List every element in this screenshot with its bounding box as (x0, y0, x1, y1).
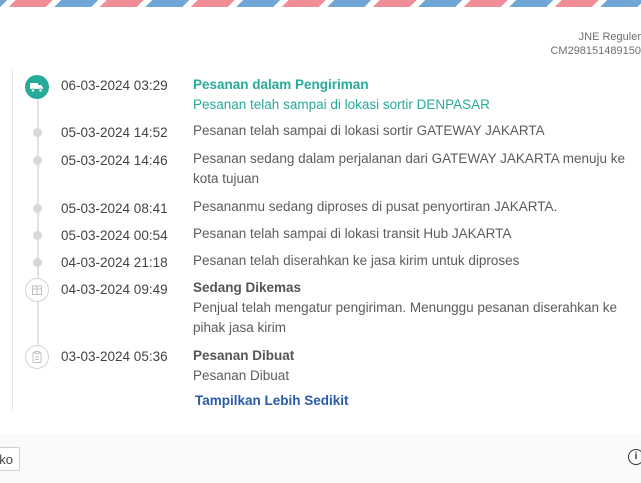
timeline-time: 06-03-2024 03:29 (61, 78, 168, 93)
info-icon[interactable]: i (628, 449, 641, 465)
timeline-dot (33, 258, 42, 267)
package-icon (25, 278, 49, 302)
show-less-link[interactable]: Tampilkan Lebih Sedikit (195, 393, 349, 408)
timeline-status-desc: Pesanan Dibuat (193, 368, 290, 383)
courier-info: JNE Reguler CM298151489150 (521, 30, 641, 58)
timeline-time: 03-03-2024 05:36 (61, 349, 168, 364)
tracking-number: CM298151489150 (550, 45, 641, 57)
timeline-desc: Pesanan telah sampai di lokasi transit H… (193, 226, 512, 241)
timeline-time: 04-03-2024 21:18 (61, 255, 168, 270)
timeline-dot (33, 128, 42, 137)
timeline-time: 05-03-2024 00:54 (61, 228, 168, 243)
timeline-desc: Pesanan telah sampai di lokasi sortir GA… (193, 123, 545, 138)
timeline-time: 05-03-2024 14:46 (61, 153, 168, 168)
timeline-dot (33, 231, 42, 240)
timeline-status-title: Pesanan Dibuat (193, 348, 295, 363)
timeline-time: 05-03-2024 14:52 (61, 125, 168, 140)
timeline-dot (33, 156, 42, 165)
truck-icon (25, 75, 49, 99)
chat-button[interactable]: ko (0, 447, 20, 471)
timeline-border (12, 70, 13, 410)
timeline-desc: Pesanan telah diserahkan ke jasa kirim u… (193, 253, 520, 268)
timeline-status-desc: Pesanan telah sampai di lokasi sortir DE… (193, 97, 490, 112)
timeline-status-desc: Penjual telah mengatur pengiriman. Menun… (193, 300, 618, 335)
timeline-desc: Pesananmu sedang diproses di pusat penyo… (193, 199, 558, 214)
bottom-bar (0, 434, 641, 483)
timeline-time: 04-03-2024 09:49 (61, 282, 168, 297)
receipt-icon (25, 345, 49, 369)
courier-name: JNE Reguler (578, 31, 641, 43)
timeline-entry-shipping: Pesanan dalam Pengiriman Pesanan telah s… (193, 75, 639, 115)
timeline-status-title: Pesanan dalam Pengiriman (193, 77, 369, 92)
timeline-status-title: Sedang Dikemas (193, 280, 302, 295)
timeline-entry-created: Pesanan Dibuat Pesanan Dibuat (193, 346, 639, 386)
timeline-entry-packed: Sedang Dikemas Penjual telah mengatur pe… (193, 278, 639, 338)
timeline-time: 05-03-2024 08:41 (61, 201, 168, 216)
timeline-dot (33, 204, 42, 213)
envelope-stripe-border (0, 0, 641, 7)
timeline-desc: Pesanan sedang dalam perjalanan dari GAT… (193, 151, 625, 186)
